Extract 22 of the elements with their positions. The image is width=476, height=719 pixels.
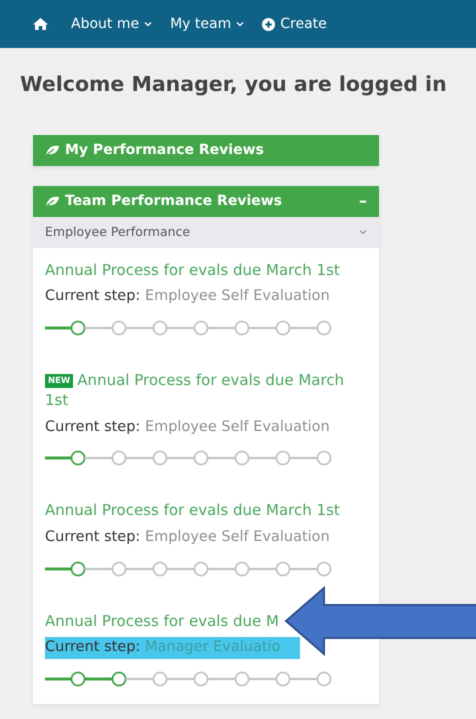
caret-icon [144, 21, 152, 27]
panel-header[interactable]: My Performance Reviews [33, 134, 379, 166]
leaf-icon [45, 196, 60, 207]
current-step-text: Current step: Employee Self Evaluation [45, 528, 331, 547]
review-link[interactable]: Annual Process for evals due M [45, 610, 279, 631]
page-heading: Welcome Manager, you are logged in [20, 72, 448, 97]
home-icon[interactable] [32, 17, 49, 31]
filter-dropdown[interactable]: Employee Performance [33, 216, 379, 248]
current-step-text: Current step: Manager Evaluatio [45, 637, 300, 659]
current-step-text: Current step: Employee Self Evaluation [45, 287, 331, 306]
current-step-text: Current step: Employee Self Evaluation [45, 418, 331, 437]
caret-icon [236, 21, 244, 27]
review-link[interactable]: Annual Process for evals due March 1st [45, 260, 340, 280]
create-link[interactable]: Create [262, 14, 327, 34]
new-badge: NEW [45, 374, 74, 388]
panel-header[interactable]: Team Performance Reviews – [33, 186, 379, 217]
review-link[interactable]: Annual Process for evals due March 1st [45, 500, 340, 521]
plus-icon [262, 18, 276, 30]
caret-icon [359, 229, 367, 236]
nav-dropdown[interactable]: My team [170, 14, 244, 34]
leaf-icon [45, 144, 60, 156]
nav-dropdown[interactable]: About me [71, 14, 152, 34]
